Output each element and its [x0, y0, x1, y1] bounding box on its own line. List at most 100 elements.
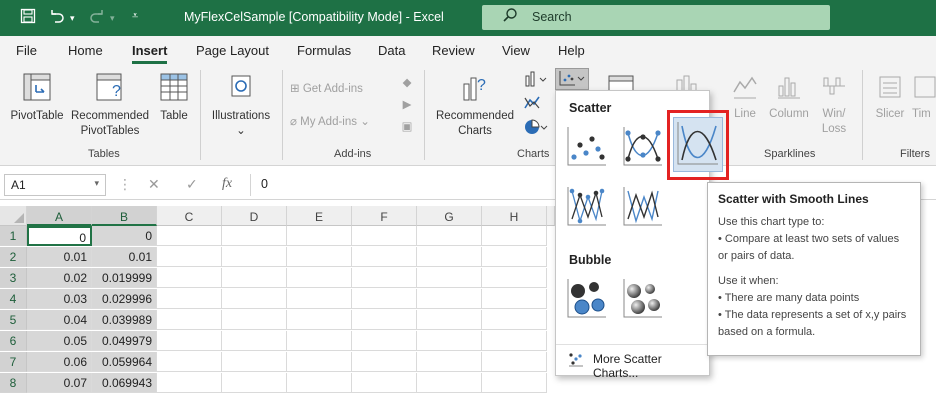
timeline-button[interactable]: Tim	[912, 74, 936, 122]
cell-b[interactable]: 0.019999	[92, 268, 157, 288]
sparkline-column-button[interactable]: Column	[766, 74, 812, 122]
cell-empty[interactable]	[417, 289, 482, 309]
cell-empty[interactable]	[287, 331, 352, 351]
row-header[interactable]: 3	[0, 268, 27, 288]
cell-empty[interactable]	[287, 226, 352, 246]
cell-empty[interactable]	[482, 289, 547, 309]
cell-empty[interactable]	[222, 289, 287, 309]
cell-empty[interactable]	[482, 247, 547, 267]
sparkline-winloss-button[interactable]: Win/ Loss	[816, 74, 852, 137]
pivottable-button[interactable]: PivotTable	[8, 72, 66, 124]
cell-empty[interactable]	[417, 352, 482, 372]
cell-empty[interactable]	[157, 352, 222, 372]
3d-bubble-icon[interactable]	[618, 275, 666, 323]
tab-home[interactable]: Home	[68, 43, 103, 58]
column-chart-button[interactable]	[520, 70, 552, 93]
undo-dropdown-icon[interactable]: ▾	[70, 13, 75, 24]
search-box[interactable]: Search	[482, 5, 830, 30]
insert-function-icon[interactable]: fx	[222, 176, 232, 192]
select-all-corner[interactable]	[0, 206, 27, 226]
column-header[interactable]	[547, 206, 555, 226]
customize-toolbar-icon[interactable]: ⩡	[132, 10, 138, 23]
cell-empty[interactable]	[287, 247, 352, 267]
enter-icon[interactable]: ✓	[186, 176, 198, 193]
cell-empty[interactable]	[417, 373, 482, 393]
cancel-icon[interactable]: ✕	[148, 176, 160, 193]
column-header[interactable]: E	[287, 206, 352, 226]
cell-empty[interactable]	[352, 331, 417, 351]
line-chart-button[interactable]	[520, 94, 552, 117]
column-header[interactable]: F	[352, 206, 417, 226]
cell-empty[interactable]	[287, 373, 352, 393]
cell-empty[interactable]	[222, 352, 287, 372]
cell-empty[interactable]	[352, 226, 417, 246]
cell-b[interactable]: 0.069943	[92, 373, 157, 393]
cell-empty[interactable]	[157, 331, 222, 351]
row-header[interactable]: 4	[0, 289, 27, 309]
cell-a[interactable]: 0	[27, 226, 92, 246]
get-addins-button[interactable]: ⊞ Get Add-ins	[290, 82, 390, 97]
tab-formulas[interactable]: Formulas	[297, 43, 351, 58]
undo-icon[interactable]	[48, 8, 66, 28]
scatter-straight-lines-markers-icon[interactable]	[562, 183, 610, 231]
cell-empty[interactable]	[222, 310, 287, 330]
cell-empty[interactable]	[482, 373, 547, 393]
cell-empty[interactable]	[417, 247, 482, 267]
visio-icon[interactable]: ▣	[398, 120, 416, 135]
cell-empty[interactable]	[157, 310, 222, 330]
cell-a[interactable]: 0.06	[27, 352, 92, 372]
cell-b[interactable]: 0.01	[92, 247, 157, 267]
scatter-chart-button[interactable]	[555, 68, 589, 90]
row-header[interactable]: 6	[0, 331, 27, 351]
cell-empty[interactable]	[157, 226, 222, 246]
table-button[interactable]: Table	[154, 72, 194, 124]
cell-b[interactable]: 0.039989	[92, 310, 157, 330]
cell-empty[interactable]	[482, 310, 547, 330]
slicer-button[interactable]: Slicer	[870, 74, 910, 122]
cell-empty[interactable]	[352, 310, 417, 330]
row-header[interactable]: 7	[0, 352, 27, 372]
row-header[interactable]: 8	[0, 373, 27, 393]
scatter-straight-lines-icon[interactable]	[618, 183, 666, 231]
cell-b[interactable]: 0.049979	[92, 331, 157, 351]
cell-empty[interactable]	[157, 373, 222, 393]
cell-empty[interactable]	[417, 310, 482, 330]
cell-b[interactable]: 0.059964	[92, 352, 157, 372]
people-graph-icon[interactable]: ▶	[398, 98, 416, 113]
column-header[interactable]: B	[92, 206, 157, 226]
pie-chart-button[interactable]	[520, 118, 552, 141]
cell-empty[interactable]	[157, 289, 222, 309]
scatter-icon[interactable]	[562, 123, 610, 171]
cell-empty[interactable]	[482, 331, 547, 351]
tab-file[interactable]: File	[16, 43, 37, 58]
cell-empty[interactable]	[417, 226, 482, 246]
tab-view[interactable]: View	[502, 43, 530, 58]
cell-empty[interactable]	[482, 268, 547, 288]
cell-a[interactable]: 0.04	[27, 310, 92, 330]
cell-empty[interactable]	[482, 226, 547, 246]
name-box-dropdown-icon[interactable]: ▾	[94, 178, 99, 189]
cell-empty[interactable]	[222, 247, 287, 267]
cell-empty[interactable]	[222, 226, 287, 246]
sparkline-line-button[interactable]: Line	[730, 74, 760, 122]
redo-dropdown-icon[interactable]: ▾	[110, 13, 115, 24]
recommended-pivottables-button[interactable]: ? Recommended PivotTables	[68, 72, 152, 139]
scatter-smooth-lines-markers-icon[interactable]	[618, 123, 666, 171]
cell-a[interactable]: 0.01	[27, 247, 92, 267]
cell-empty[interactable]	[417, 268, 482, 288]
cell-empty[interactable]	[352, 268, 417, 288]
row-header[interactable]: 1	[0, 226, 27, 246]
tab-insert[interactable]: Insert	[132, 43, 168, 64]
bing-maps-icon[interactable]: ◆	[398, 76, 416, 91]
column-header[interactable]: C	[157, 206, 222, 226]
tab-help[interactable]: Help	[558, 43, 585, 58]
cell-empty[interactable]	[222, 331, 287, 351]
cell-empty[interactable]	[287, 352, 352, 372]
save-icon[interactable]	[20, 8, 36, 28]
row-header[interactable]: 2	[0, 247, 27, 267]
column-header[interactable]: A	[27, 206, 92, 226]
column-header[interactable]: G	[417, 206, 482, 226]
cell-empty[interactable]	[157, 247, 222, 267]
tab-review[interactable]: Review	[432, 43, 475, 58]
my-addins-button[interactable]: ⌀ My Add-ins ⌄	[290, 115, 400, 130]
